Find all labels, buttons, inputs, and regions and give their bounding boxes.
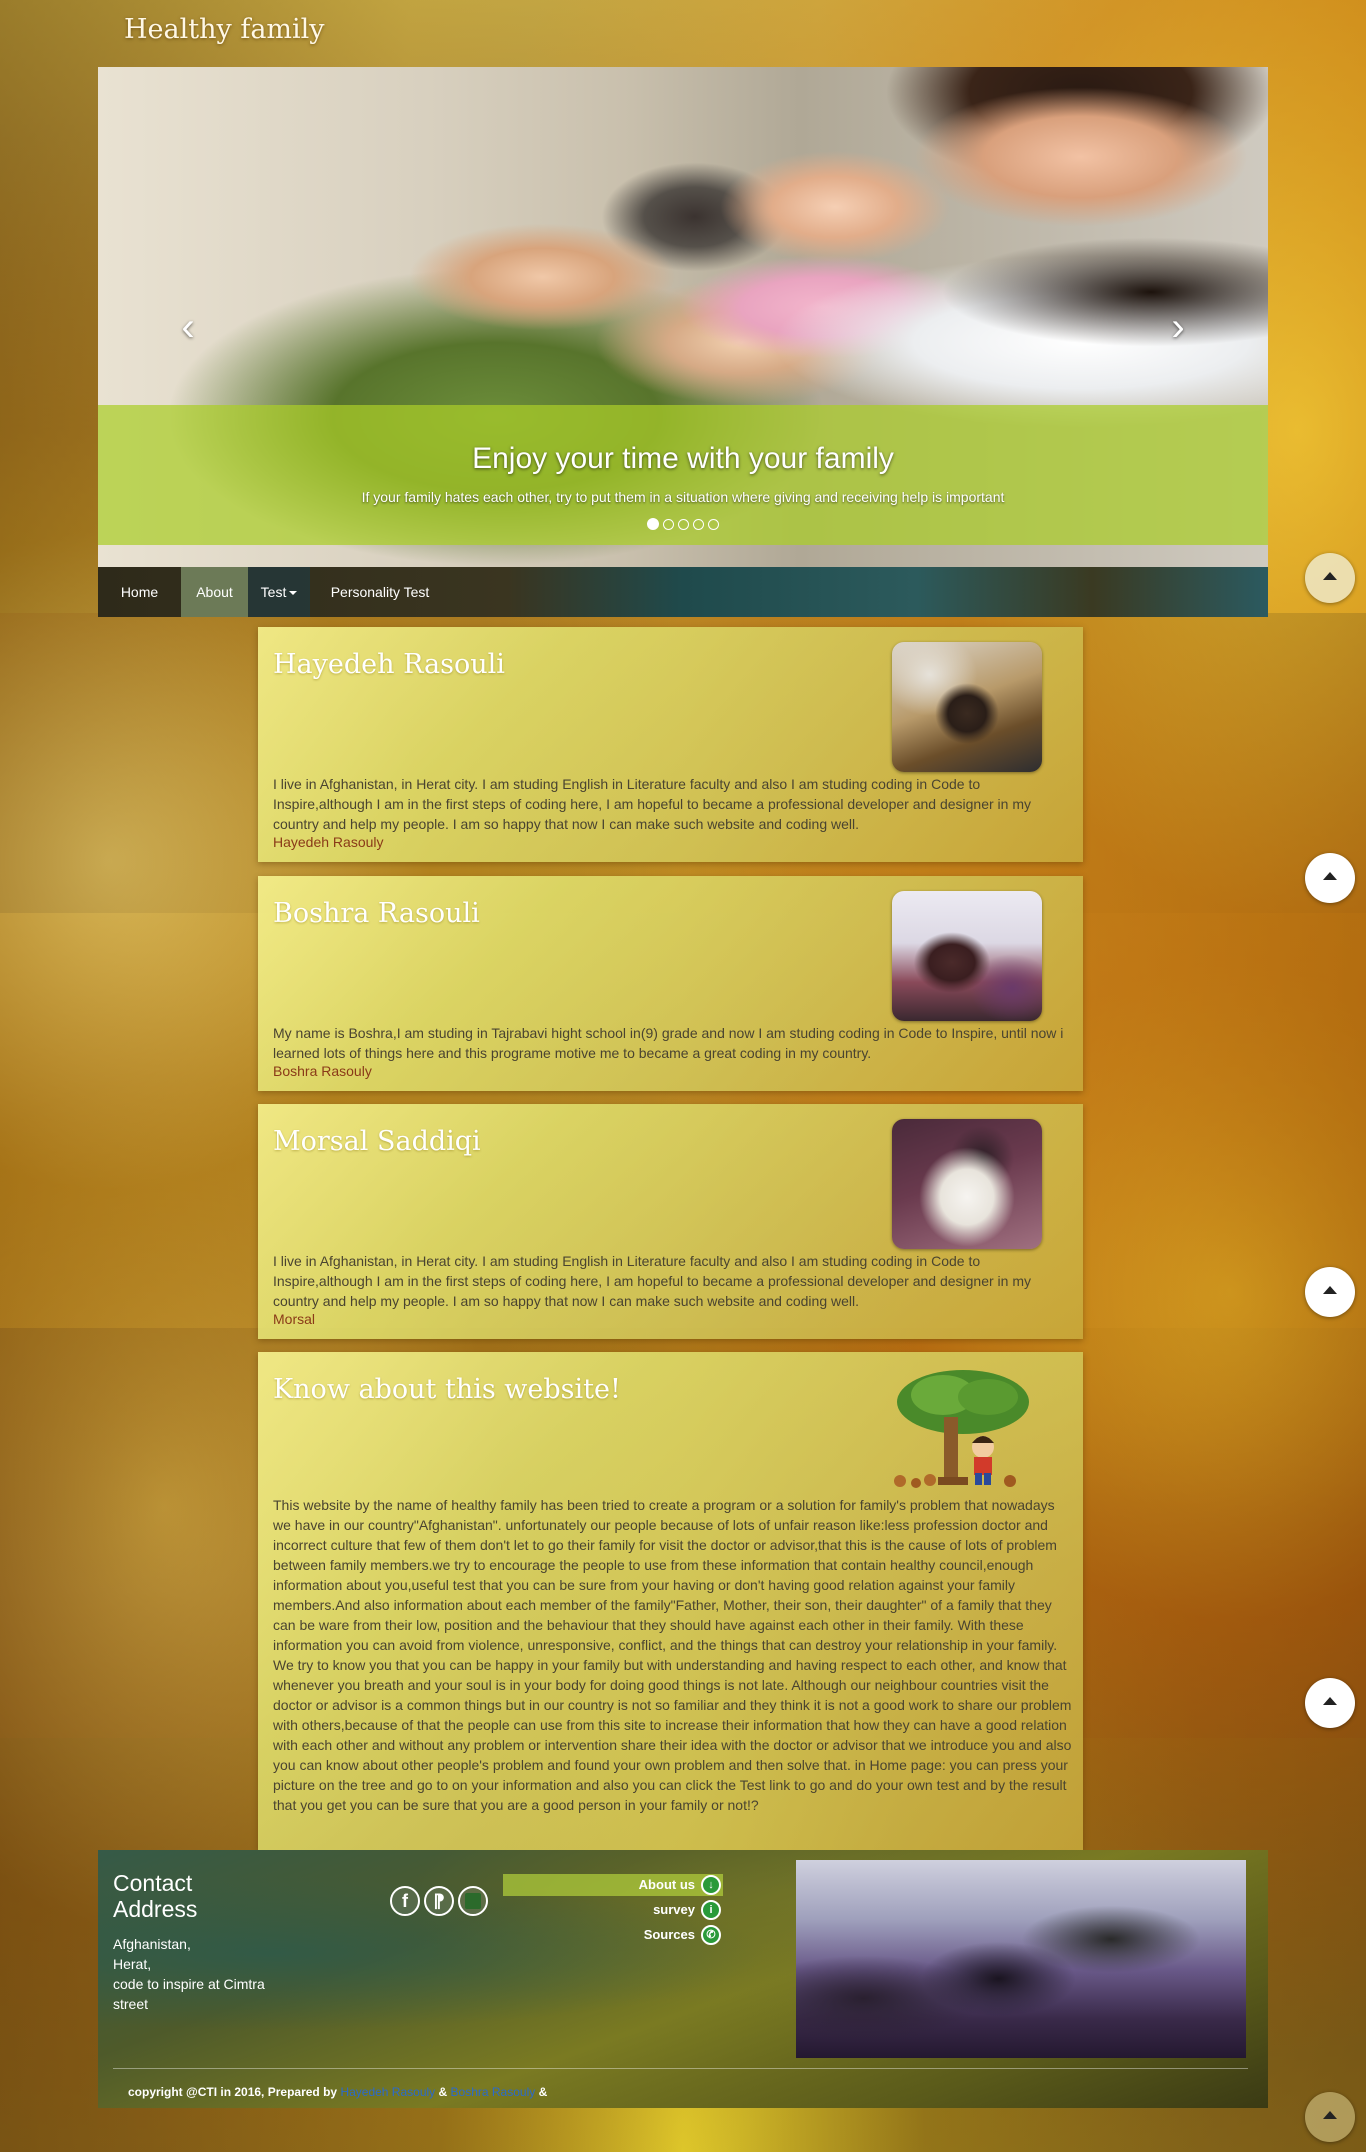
- author-link-2[interactable]: Boshra Rasouly: [451, 2085, 536, 2099]
- site-title[interactable]: Healthy family: [124, 14, 325, 45]
- card-signature: Hayedeh Rasouly: [273, 834, 384, 850]
- copyright-prefix: copyright @CTI in 2016, Prepared by: [128, 2085, 338, 2099]
- address-line: Afghanistan,: [113, 1936, 191, 1952]
- profile-photo: [892, 1119, 1042, 1249]
- card-signature: Boshra Rasouly: [273, 1063, 372, 1079]
- nav-about-label: About: [196, 584, 233, 600]
- card-text: I live in Afghanistan, in Herat city. I …: [273, 776, 1031, 832]
- copyright-separator: &: [538, 2085, 548, 2099]
- info-icon: i: [701, 1900, 721, 1920]
- app-icon-inner: [465, 1893, 481, 1909]
- scroll-top-icon[interactable]: [1305, 1678, 1355, 1728]
- twitter-icon[interactable]: ⁋: [424, 1886, 454, 1916]
- address-line: code to inspire at Cimtra street: [113, 1976, 265, 2012]
- nav-about[interactable]: About: [181, 567, 248, 617]
- copyright-text: copyright @CTI in 2016, Prepared by Haye…: [128, 2085, 547, 2099]
- footer: Contact Address Afghanistan, Herat, code…: [98, 1850, 1268, 2108]
- whatsapp-icon: ✆: [701, 1925, 721, 1945]
- download-icon: ↓: [701, 1875, 721, 1895]
- card-text: My name is Boshra,I am studing in Tajrab…: [273, 1025, 1064, 1061]
- footer-link-label: survey: [653, 1902, 695, 1917]
- tree-icon: [894, 1370, 1029, 1488]
- nav-home[interactable]: Home: [98, 567, 181, 617]
- carousel-caption-text: If your family hates each other, try to …: [361, 489, 1005, 505]
- caret-down-icon: [289, 591, 298, 596]
- classroom-photo: [796, 1860, 1246, 2058]
- hero-carousel[interactable]: Enjoy your time with your family If your…: [98, 67, 1268, 567]
- carousel-indicator-5[interactable]: [708, 519, 719, 530]
- carousel-indicators: [98, 518, 1268, 530]
- scroll-top-icon[interactable]: [1305, 1267, 1355, 1317]
- scroll-top-icon[interactable]: [1305, 2092, 1355, 2142]
- contact-title: Contact Address: [113, 1870, 198, 1922]
- carousel-indicator-4[interactable]: [693, 519, 704, 530]
- carousel-next-icon[interactable]: ›: [1148, 297, 1208, 357]
- nav-personality-test[interactable]: Personality Test: [310, 567, 450, 617]
- footer-divider: [113, 2068, 1248, 2069]
- nav-test-dropdown[interactable]: Test: [248, 567, 310, 617]
- footer-link-label: Sources: [643, 1927, 695, 1942]
- main-navbar: Home About Test Personality Test: [98, 567, 1268, 617]
- footer-link-about-us[interactable]: About us ↓: [503, 1874, 723, 1896]
- profile-card-morsal: Morsal Saddiqi I live in Afghanistan, in…: [258, 1104, 1083, 1339]
- card-text: I live in Afghanistan, in Herat city. I …: [273, 1253, 1031, 1309]
- carousel-indicator-1[interactable]: [647, 518, 659, 530]
- carousel-prev-icon[interactable]: ‹: [158, 297, 218, 357]
- scroll-top-icon[interactable]: [1305, 853, 1355, 903]
- author-link-1[interactable]: Hayedeh Rasouly: [340, 2085, 435, 2099]
- address-line: Herat,: [113, 1956, 152, 1972]
- card-title: Boshra Rasouli: [273, 898, 480, 929]
- card-signature: Morsal: [273, 1311, 316, 1327]
- copyright-separator: &: [438, 2085, 448, 2099]
- nav-test-label: Test: [260, 584, 287, 600]
- carousel-indicator-3[interactable]: [678, 519, 689, 530]
- app-icon[interactable]: [458, 1886, 488, 1916]
- card-text: This website by the name of healthy fami…: [273, 1497, 1072, 1813]
- website-info-card: Know about this website! This website by…: [258, 1352, 1083, 1850]
- scroll-top-icon[interactable]: [1305, 553, 1355, 603]
- profile-photo: [892, 642, 1042, 772]
- card-title: Hayedeh Rasouli: [273, 649, 505, 680]
- footer-link-sources[interactable]: Sources ✆: [503, 1924, 723, 1946]
- profile-card-hayedeh: Hayedeh Rasouli I live in Afghanistan, i…: [258, 627, 1083, 862]
- carousel-indicator-2[interactable]: [663, 519, 674, 530]
- card-title: Morsal Saddiqi: [273, 1126, 481, 1157]
- carousel-caption-title: Enjoy your time with your family: [472, 442, 894, 475]
- profile-card-boshra: Boshra Rasouli My name is Boshra,I am st…: [258, 876, 1083, 1091]
- profile-photo: [892, 891, 1042, 1021]
- footer-link-survey[interactable]: survey i: [503, 1899, 723, 1921]
- footer-link-label: About us: [638, 1877, 695, 1892]
- card-title: Know about this website!: [273, 1374, 621, 1405]
- facebook-icon[interactable]: f: [390, 1886, 420, 1916]
